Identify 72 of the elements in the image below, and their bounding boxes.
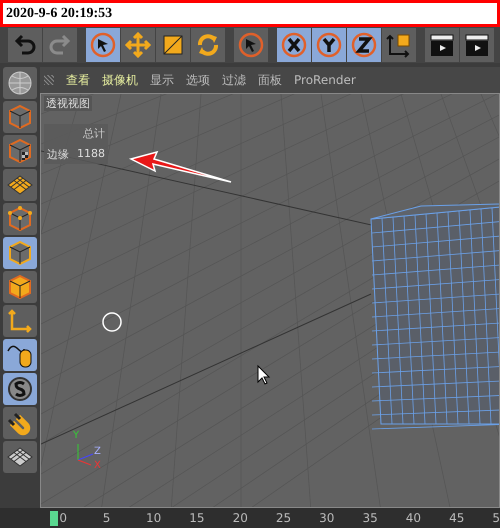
coordinate-cube-icon (386, 32, 412, 58)
frame-number: 15 (189, 511, 206, 525)
snap-mode-button[interactable] (3, 373, 37, 405)
datetime-text: 2020-9-6 20:19:53 (6, 6, 112, 22)
plane-mode-button[interactable] (3, 169, 37, 201)
magnet-mode-button[interactable] (3, 407, 37, 439)
point-cube-icon (6, 205, 34, 233)
viewport-menu-item[interactable]: 面板 (258, 72, 282, 88)
coords-tool-button[interactable] (382, 28, 416, 62)
z-axis-label: Z (94, 446, 101, 457)
clapper-tool-button[interactable] (460, 28, 494, 62)
viewport-menu-item[interactable]: 过滤 (222, 72, 246, 88)
viewport-menu-item[interactable]: 显示 (150, 72, 174, 88)
viewport-menu-item[interactable]: ProRender (294, 73, 356, 87)
select-tool-button[interactable] (234, 28, 268, 62)
mouse-mode-button[interactable] (3, 339, 37, 371)
frame-number: 20 (232, 511, 249, 525)
globe-icon (6, 69, 34, 97)
stats-header: 总计 (83, 126, 105, 141)
arrow-cursor-icon (238, 32, 264, 58)
polygons-mode-button[interactable] (3, 271, 37, 303)
frame-number: 40 (406, 511, 422, 525)
frame-number: 25 (276, 511, 292, 525)
texture-mode-button[interactable] (3, 135, 37, 167)
cube-icon (6, 103, 34, 131)
viewport-menu-item[interactable]: 选项 (186, 72, 210, 88)
x-tool-button[interactable] (277, 28, 311, 62)
frame-number: 5 (102, 511, 112, 525)
x-axis-label: X (94, 460, 101, 471)
select-tool-button[interactable] (86, 28, 120, 62)
polygon-cube-icon (6, 273, 34, 301)
x-axis-icon (281, 32, 307, 58)
points-mode-button[interactable] (3, 203, 37, 235)
frame-number: 30 (319, 511, 336, 525)
y-axis-label: Y (73, 430, 80, 441)
stats-value: 1188 (77, 147, 105, 162)
mouse-pointer-icon (258, 364, 270, 385)
viewport-name-label: 透视视图 (44, 96, 92, 111)
circle-cursor-icon (102, 312, 122, 332)
stats-label: 边缘 (47, 147, 69, 162)
frame-number: 0 (59, 511, 68, 525)
viewport-menu-item[interactable]: 查看 (66, 72, 90, 88)
textured-cube-icon (6, 137, 34, 165)
floor-mode-button[interactable] (3, 441, 37, 473)
z-axis-icon (351, 32, 377, 58)
y-tool-button[interactable] (312, 28, 346, 62)
move-icon (125, 32, 151, 58)
undo-tool-button[interactable] (8, 28, 42, 62)
axis-icon (6, 307, 34, 335)
edges-mode-button[interactable] (3, 237, 37, 269)
frame-number: 5 (492, 511, 500, 525)
scale-tool-button[interactable] (156, 28, 190, 62)
clapper-tool-button[interactable] (425, 28, 459, 62)
cube-mode-button[interactable] (3, 101, 37, 133)
z-tool-button[interactable] (347, 28, 381, 62)
clapperboard-icon (429, 32, 455, 58)
grip-handle-icon[interactable] (44, 75, 54, 85)
3d-viewport[interactable]: 透视视图 总计 边缘 1188 Y Z X (40, 93, 500, 508)
edge-cube-icon (6, 239, 34, 267)
axis-gizmo-icon (78, 444, 94, 466)
arrow-cursor-icon (90, 32, 116, 58)
frame-number: 35 (362, 511, 379, 525)
y-axis-icon (316, 32, 342, 58)
snap-icon (6, 375, 34, 403)
frame-number: 45 (449, 511, 466, 525)
frame-number: 10 (146, 511, 162, 525)
playhead-marker[interactable] (50, 511, 58, 526)
rotate-icon (195, 32, 221, 58)
viewport-menu-item[interactable]: 摄像机 (102, 72, 138, 88)
globe-mode-button[interactable] (3, 67, 37, 99)
clapperboard-icon (464, 32, 490, 58)
timeline-ruler[interactable]: 0 5 10 15 20 25 30 35 40 45 5 (0, 508, 500, 528)
